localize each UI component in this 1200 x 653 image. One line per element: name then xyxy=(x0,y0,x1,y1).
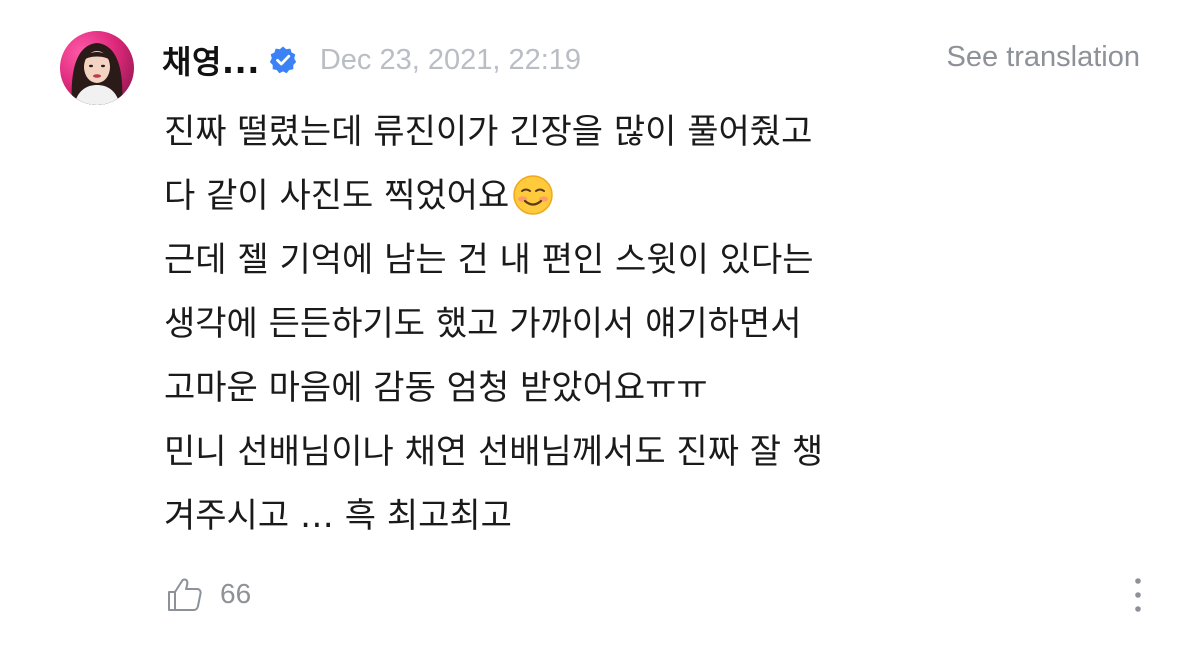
post-text-line: 다 같이 사진도 찍었어요 xyxy=(164,176,510,216)
post-text-line-with-emoji: 다 같이 사진도 찍었어요 xyxy=(164,164,1144,228)
post-card: 채영... Dec 23, 2021, 22:19 See translatio… xyxy=(0,0,1200,653)
thumbs-up-icon[interactable] xyxy=(166,575,204,613)
author-name[interactable]: 채영... xyxy=(162,37,260,83)
post-body: 진짜 떨렸는데 류진이가 긴장을 많이 풀어줬고 다 같이 사진도 찍었어요 근… xyxy=(164,100,1144,548)
post-text-line: 진짜 떨렸는데 류진이가 긴장을 많이 풀어줬고 xyxy=(164,112,813,152)
post-text-line: 민니 선배님이나 채연 선배님께서도 진짜 잘 챙 xyxy=(164,432,824,472)
avatar[interactable] xyxy=(60,31,134,105)
more-vertical-icon[interactable] xyxy=(1128,575,1148,615)
post-text-line: 생각에 든든하기도 했고 가까이서 얘기하면서 xyxy=(164,304,802,344)
post-text-line: 겨주시고 … 흑 최고최고 xyxy=(164,496,512,536)
post-footer: 66 xyxy=(166,572,251,616)
like-count: 66 xyxy=(220,578,252,609)
post-text-line: 근데 젤 기억에 남는 건 내 편인 스윗이 있다는 xyxy=(164,240,814,280)
smiling-face-with-blush-emoji xyxy=(511,173,555,217)
post-text-line: 고마운 마음에 감동 엄청 받았어요ㅠㅠ xyxy=(164,368,708,408)
verified-check-icon xyxy=(268,45,298,75)
post-header: 채영... Dec 23, 2021, 22:19 xyxy=(162,36,581,84)
see-translation-link[interactable]: See translation xyxy=(947,41,1140,74)
post-timestamp: Dec 23, 2021, 22:19 xyxy=(319,43,582,76)
